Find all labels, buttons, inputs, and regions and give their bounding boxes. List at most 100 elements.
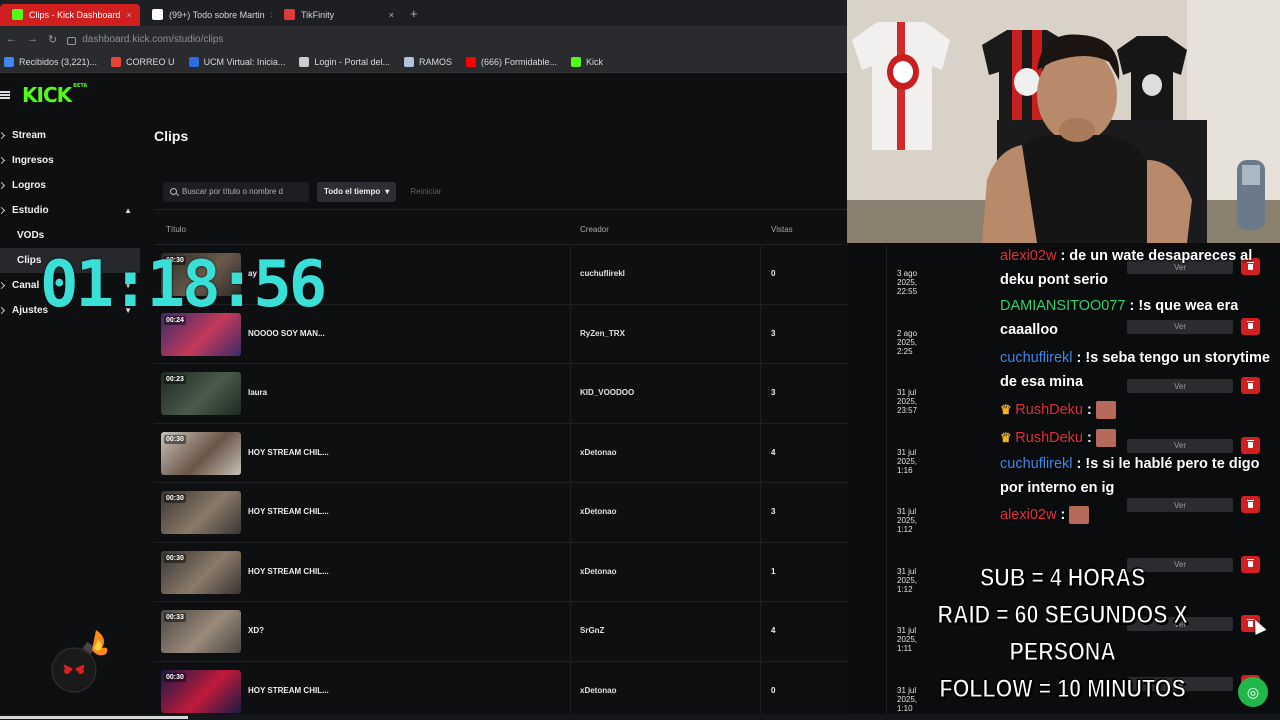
delete-clip-button[interactable] xyxy=(1241,555,1260,573)
new-tab-button[interactable]: + xyxy=(410,6,418,21)
bookmark-item[interactable]: Kick xyxy=(571,57,603,67)
sidebar-item-icon xyxy=(0,281,6,290)
bookmark-item[interactable]: UCM Virtual: Inicia... xyxy=(188,57,286,67)
sidebar-item-label: Ingresos xyxy=(12,155,54,166)
clip-duration: 00:23 xyxy=(164,375,186,384)
chat-username[interactable]: alexi02w xyxy=(1000,507,1056,523)
clip-thumbnail[interactable]: 00:30 xyxy=(161,550,241,594)
clip-creator[interactable]: RyZen_TRX xyxy=(580,329,625,338)
column-views[interactable]: Vistas xyxy=(771,225,793,234)
kick-logo[interactable]: KICK BETA xyxy=(22,83,87,107)
table-row[interactable]: 00:33 XD? SrGnZ 4 31 jul 2025, 1:11 xyxy=(154,602,917,662)
clip-views: 4 xyxy=(771,447,776,457)
chat-username[interactable]: cuchuflirekl xyxy=(1000,456,1073,472)
search-input[interactable]: Buscar por título o nombre d xyxy=(163,181,309,202)
browser-tab[interactable]: Clips - Kick Dashboard × xyxy=(0,3,140,26)
bookmark-label: UCM Virtual: Inicia... xyxy=(203,57,286,67)
chevron-up-icon[interactable]: ▲ xyxy=(124,206,132,215)
clip-creator[interactable]: SrGnZ xyxy=(580,626,604,635)
clip-title[interactable]: HOY STREAM CHIL... xyxy=(248,686,329,695)
table-row[interactable]: 00:30 HOY STREAM CHIL... xDetonao 1 31 jul 2… xyxy=(154,543,917,602)
table-row[interactable]: 00:30 HOY STREAM CHIL... xDetonao 4 31 jul 2… xyxy=(154,424,917,483)
table-row[interactable]: 00:23 laura KID_VOODOO 3 31 jul 2025, 23:57 xyxy=(154,364,917,424)
tab-close-icon[interactable]: × xyxy=(389,10,394,20)
subathon-rules: SUB = 4 HORAS RAID = 60 SEGUNDOS X PERSON… xyxy=(895,560,1230,720)
column-creator[interactable]: Creador xyxy=(580,225,609,234)
clip-date: 2 ago 2025, 2:25 xyxy=(897,328,918,356)
sidebar-item-logros[interactable]: Logros xyxy=(0,173,140,198)
clip-title[interactable]: HOY STREAM CHIL... xyxy=(248,507,329,516)
forward-icon[interactable]: → xyxy=(27,33,38,45)
clip-thumbnail[interactable]: 00:33 xyxy=(161,610,241,653)
tab-favicon-icon xyxy=(12,9,23,20)
clip-thumbnail[interactable]: 00:30 xyxy=(161,669,241,713)
tab-favicon-icon xyxy=(152,9,163,20)
clip-creator[interactable]: KID_VOODOO xyxy=(580,388,634,397)
clip-title[interactable]: laura xyxy=(248,388,267,397)
bookmark-item[interactable]: Login - Portal del... xyxy=(299,57,390,67)
menu-icon[interactable] xyxy=(0,91,10,99)
clip-creator[interactable]: xDetonao xyxy=(580,686,616,695)
chat-username[interactable]: DAMIANSITOO077 xyxy=(1000,298,1125,314)
clip-creator[interactable]: xDetonao xyxy=(580,448,616,457)
chat-username[interactable]: RushDeku xyxy=(1015,402,1083,418)
browser-tab[interactable]: TikFinity × xyxy=(272,4,404,26)
table-row[interactable]: 00:30 HOY STREAM CHIL... xDetonao 3 31 jul 2… xyxy=(154,483,917,543)
bookmark-item[interactable]: (666) Formidable... xyxy=(465,57,558,67)
tab-close-icon[interactable]: × xyxy=(127,10,132,20)
clip-creator[interactable]: xDetonao xyxy=(580,507,616,516)
sidebar-item-icon xyxy=(0,156,6,165)
clip-title[interactable]: HOY STREAM CHIL... xyxy=(248,567,329,576)
webcam-image xyxy=(847,0,1280,243)
chat-support-button[interactable]: ◎ xyxy=(1238,677,1268,707)
chat-username[interactable]: cuchuflirekl xyxy=(1000,350,1073,366)
chat-username[interactable]: RushDeku xyxy=(1015,430,1083,446)
column-title[interactable]: Título xyxy=(166,225,186,234)
browser-tab[interactable]: (99+) Todo sobre Martin× xyxy=(140,4,272,26)
search-placeholder: Buscar por título o nombre d xyxy=(182,187,283,196)
clip-title[interactable]: HOY STREAM CHIL... xyxy=(248,448,329,457)
sidebar-item-vods[interactable]: VODs xyxy=(0,223,140,248)
clip-thumbnail[interactable]: 00:30 xyxy=(161,431,241,475)
sidebar-item-icon xyxy=(0,181,6,190)
sidebar-item-label: Logros xyxy=(12,180,46,191)
time-filter-dropdown[interactable]: Todo el tiempo ▾ xyxy=(317,181,397,202)
emote-icon xyxy=(1069,506,1090,525)
reload-icon[interactable]: ↻ xyxy=(48,33,57,46)
sidebar-item-label: Clips xyxy=(17,255,42,266)
clip-creator[interactable]: cuchuflirekl xyxy=(580,269,625,278)
reset-button[interactable]: Reiniciar xyxy=(410,187,441,196)
sidebar-item-ingresos[interactable]: Ingresos xyxy=(0,148,140,173)
bookmark-item[interactable]: CORREO U xyxy=(111,57,175,67)
clip-views: 1 xyxy=(771,566,776,576)
bookmark-label: (666) Formidable... xyxy=(480,57,558,67)
clip-duration: 00:30 xyxy=(164,553,186,563)
subathon-rule: FOLLOW = 10 MINUTOS xyxy=(939,675,1186,704)
lock-icon xyxy=(67,37,77,45)
clip-title[interactable]: XD? xyxy=(248,626,264,635)
clip-title[interactable]: NOOOO SOY MAN... xyxy=(248,329,325,338)
chat-message: cuchuflirekl : !s si le hablé pero te di… xyxy=(995,453,1280,500)
clip-creator[interactable]: xDetonao xyxy=(580,567,616,576)
clip-views: 4 xyxy=(771,626,776,635)
table-row[interactable]: 00:30 HOY STREAM CHIL... xDetonao 0 31 jul 2… xyxy=(154,662,917,720)
bookmark-favicon-icon xyxy=(403,57,414,67)
mouse-cursor-icon xyxy=(1249,617,1267,635)
url-field[interactable]: dashboard.kick.com/studio/clips xyxy=(67,34,223,45)
address-bar: ← → ↻ dashboard.kick.com/studio/clips xyxy=(0,26,848,52)
chat-message: DAMIANSITOO077 : !s que wea era caaalloo xyxy=(995,295,1280,342)
bookmark-item[interactable]: RAMOS xyxy=(403,57,452,67)
bookmark-item[interactable]: Recibidos (3,221)... xyxy=(4,57,97,67)
back-icon[interactable]: ← xyxy=(6,33,17,45)
subathon-timer: 01:18:56 xyxy=(40,248,327,322)
chat-username[interactable]: alexi02w xyxy=(1000,248,1056,264)
emote-icon xyxy=(1095,401,1116,420)
crown-badge-icon: ♛ xyxy=(1000,402,1016,417)
bookmark-label: RAMOS xyxy=(418,57,452,67)
clip-thumbnail[interactable]: 00:30 xyxy=(161,491,241,534)
sidebar-item-icon xyxy=(0,206,6,215)
clip-thumbnail[interactable]: 00:23 xyxy=(161,372,241,415)
table-header: Título Creador Vistas xyxy=(154,219,848,245)
sidebar-item-stream[interactable]: Stream xyxy=(0,123,140,148)
sidebar-item-estudio[interactable]: Estudio ▲ xyxy=(0,198,140,223)
